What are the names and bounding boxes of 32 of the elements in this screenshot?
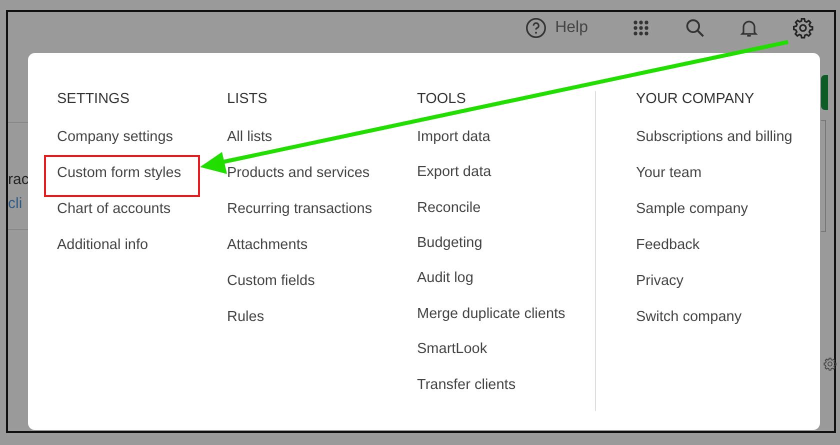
column-heading: TOOLS [417, 91, 466, 109]
menu-item[interactable]: Import data [417, 128, 490, 164]
menu-item[interactable]: Privacy [636, 272, 684, 308]
menu-item[interactable]: Chart of accounts [57, 200, 171, 236]
menu-item[interactable]: Merge duplicate clients [417, 304, 566, 340]
menu-item[interactable]: Attachments [227, 236, 308, 272]
settings-icon[interactable] [823, 355, 837, 373]
partial-text: rac [8, 170, 30, 190]
column-heading: SETTINGS [57, 91, 130, 109]
menu-item[interactable]: Switch company [636, 308, 742, 344]
menu-item[interactable]: Budgeting [417, 234, 482, 270]
column-heading: LISTS [227, 91, 268, 109]
menu-item[interactable]: Sample company [636, 200, 748, 236]
menu-item[interactable]: Transfer clients [417, 376, 516, 412]
menu-item[interactable]: Reconcile [417, 198, 481, 234]
menu-item[interactable]: Custom fields [227, 272, 315, 308]
menu-item[interactable]: SmartLook [417, 340, 488, 376]
menu-item[interactable]: Feedback [636, 236, 700, 272]
menu-item[interactable]: Export data [417, 163, 492, 199]
help-icon[interactable] [525, 17, 548, 39]
menu-item[interactable]: All lists [227, 128, 272, 164]
menu-item[interactable]: Your team [636, 164, 702, 200]
menu-item[interactable]: Audit log [417, 269, 474, 305]
button-edge[interactable] [821, 75, 828, 110]
menu-item[interactable]: Recurring transactions [227, 200, 372, 236]
column-heading: YOUR COMPANY [636, 91, 754, 109]
menu-item[interactable]: Products and services [227, 164, 370, 200]
menu-item[interactable]: Subscriptions and billing [636, 128, 792, 164]
menu-item[interactable]: Additional info [57, 236, 148, 272]
settings-icon[interactable] [792, 17, 814, 39]
menu-item[interactable]: Rules [227, 308, 264, 344]
search-icon[interactable] [684, 17, 706, 39]
